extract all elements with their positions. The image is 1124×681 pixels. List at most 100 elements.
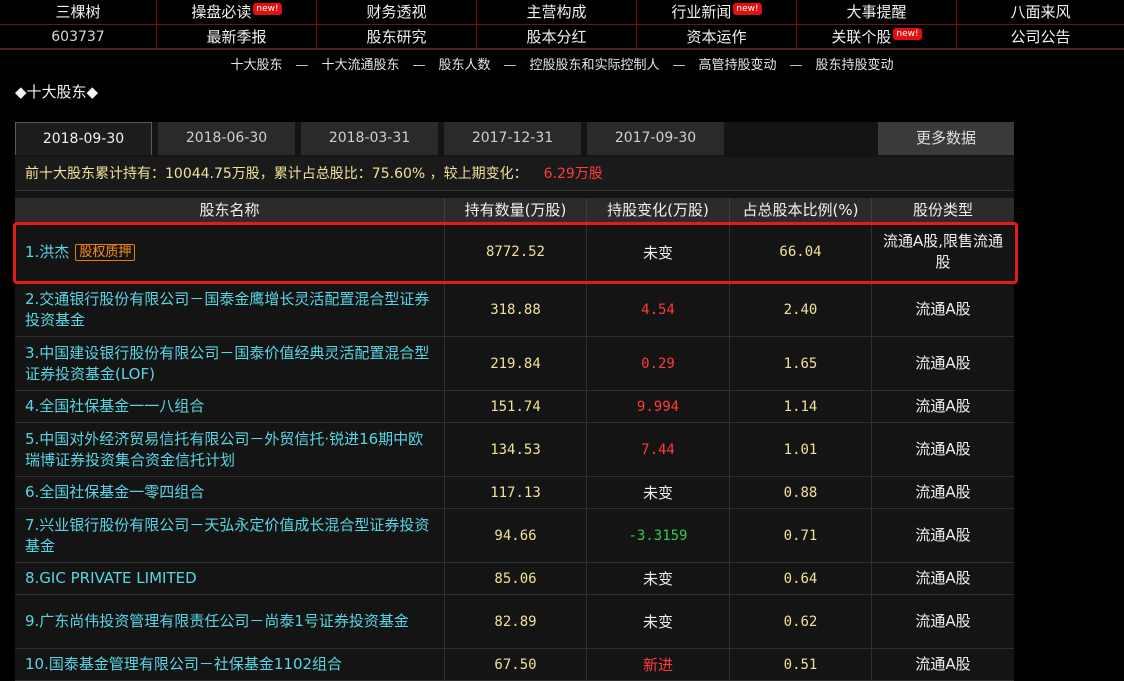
sublink[interactable]: 控股股东和实际控制人	[530, 58, 660, 73]
share-type-cell: 流通A股	[871, 509, 1014, 562]
nav-item[interactable]: 八面来风	[956, 0, 1124, 24]
nav-item-label: 行业新闻	[671, 3, 732, 21]
more-data-button[interactable]: 更多数据	[878, 122, 1014, 155]
share-ratio-cell: 0.51	[729, 649, 871, 680]
sub-navigation-links: 十大股东 — 十大流通股东 — 股东人数 — 控股股东和实际控制人 — 高管持股变动 — 股东持股变…	[0, 54, 1124, 74]
top-navigation: 三棵树 操盘必读 new! 财务透视 主营构成 行业新闻 new! 大事提醒 八面来风 6037…	[0, 0, 1124, 50]
period-tab[interactable]: 2018-09-30	[15, 122, 152, 155]
holding-qty-cell: 8772.52	[444, 222, 586, 282]
holding-change-cell: 未变	[586, 563, 729, 594]
holding-change-cell: 未变	[586, 595, 729, 648]
shareholder-name-cell[interactable]: 5.中国对外经济贸易信托有限公司－外贸信托·锐进16期中欧瑞博证券投资集合资金信…	[15, 423, 444, 476]
nav-item[interactable]: 操盘必读 new!	[156, 0, 316, 24]
header-share-type: 股份类型	[871, 198, 1014, 222]
holding-change-cell: 4.54	[586, 283, 729, 336]
shareholder-name-cell[interactable]: 2.交通银行股份有限公司－国泰金鹰增长灵活配置混合型证券投资基金	[15, 283, 444, 336]
holding-change-cell: 0.29	[586, 337, 729, 390]
nav-item-label: 股本分红	[526, 28, 587, 46]
nav-item[interactable]: 大事提醒	[796, 0, 956, 24]
table-row: 4.全国社保基金一一八组合 151.74 9.994 1.14 流通A股	[15, 391, 1014, 423]
nav-row-1: 三棵树 操盘必读 new! 财务透视 主营构成 行业新闻 new! 大事提醒 八面来风	[0, 0, 1124, 25]
holding-qty-cell: 85.06	[444, 563, 586, 594]
sublink-separator: —	[789, 58, 803, 73]
table-row: 5.中国对外经济贸易信托有限公司－外贸信托·锐进16期中欧瑞博证券投资集合资金信…	[15, 423, 1014, 477]
share-ratio-cell: 0.88	[729, 477, 871, 508]
nav-item[interactable]: 公司公告	[956, 25, 1124, 49]
shareholder-name-cell[interactable]: 4.全国社保基金一一八组合	[15, 391, 444, 422]
shareholder-name-cell[interactable]: 9.广东尚伟投资管理有限责任公司－尚泰1号证券投资基金	[15, 595, 444, 648]
sublink[interactable]: 十大流通股东	[321, 58, 399, 73]
holding-change-cell: 未变	[586, 222, 729, 282]
shareholder-name[interactable]: 7.兴业银行股份有限公司－天弘永定价值成长混合型证券投资基金	[25, 515, 436, 557]
shareholder-name[interactable]: 3.中国建设银行股份有限公司－国泰价值经典灵活配置混合型证券投资基金(LOF)	[25, 343, 436, 385]
nav-item-label: 603737	[51, 29, 105, 45]
holding-change-cell: 7.44	[586, 423, 729, 476]
share-type-cell: 流通A股	[871, 423, 1014, 476]
shareholder-name[interactable]: 10.国泰基金管理有限公司－社保基金1102组合	[25, 654, 342, 675]
shareholder-rows: 1.洪杰 股权质押 8772.52 未变 66.04 流通A股,限售流通股 2.交通银行股份…	[15, 222, 1014, 681]
nav-item-label: 大事提醒	[846, 3, 907, 21]
sublink[interactable]: 股东持股变动	[816, 58, 894, 73]
sublink[interactable]: 股东人数	[438, 58, 490, 73]
shareholder-name-cell[interactable]: 6.全国社保基金一零四组合	[15, 477, 444, 508]
pledge-tag[interactable]: 股权质押	[75, 243, 136, 261]
shareholder-name[interactable]: 4.全国社保基金一一八组合	[25, 396, 204, 417]
holding-change-cell: 未变	[586, 477, 729, 508]
header-holding-qty: 持有数量(万股)	[444, 198, 586, 222]
nav-item[interactable]: 财务透视	[316, 0, 476, 24]
nav-item[interactable]: 股东研究	[316, 25, 476, 49]
nav-item-label: 主营构成	[526, 3, 587, 21]
new-badge: new!	[253, 3, 282, 15]
nav-item[interactable]: 行业新闻 new!	[636, 0, 796, 24]
shareholder-name-cell[interactable]: 10.国泰基金管理有限公司－社保基金1102组合	[15, 649, 444, 680]
sublink-separator: —	[672, 58, 686, 73]
sublink-separator: —	[412, 58, 426, 73]
nav-item[interactable]: 三棵树	[0, 0, 156, 24]
nav-item[interactable]: 603737	[0, 25, 156, 49]
nav-item[interactable]: 资本运作	[636, 25, 796, 49]
share-type-cell: 流通A股	[871, 477, 1014, 508]
share-ratio-cell: 0.71	[729, 509, 871, 562]
holding-qty-cell: 82.89	[444, 595, 586, 648]
nav-item-label: 资本运作	[686, 28, 747, 46]
new-badge: new!	[893, 28, 922, 40]
holding-qty-cell: 219.84	[444, 337, 586, 390]
shareholder-name-cell[interactable]: 8.GIC PRIVATE LIMITED	[15, 563, 444, 594]
shareholder-name[interactable]: 2.交通银行股份有限公司－国泰金鹰增长灵活配置混合型证券投资基金	[25, 289, 436, 331]
table-row: 10.国泰基金管理有限公司－社保基金1102组合 67.50 新进 0.51 流通A股	[15, 649, 1014, 681]
table-row: 9.广东尚伟投资管理有限责任公司－尚泰1号证券投资基金 82.89 未变 0.62 流通…	[15, 595, 1014, 649]
shareholder-name[interactable]: 8.GIC PRIVATE LIMITED	[25, 568, 197, 589]
period-tab[interactable]: 2017-09-30	[587, 122, 724, 155]
section-title: ◆十大股东◆	[15, 83, 99, 101]
period-tab[interactable]: 2018-03-31	[301, 122, 438, 155]
period-tab[interactable]: 2018-06-30	[158, 122, 295, 155]
sublink[interactable]: 十大股东	[230, 58, 282, 73]
shareholder-name-cell[interactable]: 3.中国建设银行股份有限公司－国泰价值经典灵活配置混合型证券投资基金(LOF)	[15, 337, 444, 390]
shareholder-name-cell[interactable]: 7.兴业银行股份有限公司－天弘永定价值成长混合型证券投资基金	[15, 509, 444, 562]
table-row: 1.洪杰 股权质押 8772.52 未变 66.04 流通A股,限售流通股	[15, 222, 1014, 283]
shareholder-name[interactable]: 5.中国对外经济贸易信托有限公司－外贸信托·锐进16期中欧瑞博证券投资集合资金信…	[25, 429, 436, 471]
period-tab[interactable]: 2017-12-31	[444, 122, 581, 155]
holding-qty-cell: 318.88	[444, 283, 586, 336]
nav-item[interactable]: 关联个股 new!	[796, 25, 956, 49]
share-type-cell: 流通A股	[871, 391, 1014, 422]
share-ratio-cell: 0.64	[729, 563, 871, 594]
share-type-cell: 流通A股	[871, 649, 1014, 680]
sublink-separator: —	[503, 58, 517, 73]
holding-qty-cell: 94.66	[444, 509, 586, 562]
nav-item[interactable]: 主营构成	[476, 0, 636, 24]
share-type-cell: 流通A股	[871, 595, 1014, 648]
sublink[interactable]: 高管持股变动	[699, 58, 777, 73]
nav-item[interactable]: 最新季报	[156, 25, 316, 49]
nav-item-label: 三棵树	[55, 3, 101, 21]
holding-qty-cell: 67.50	[444, 649, 586, 680]
summary-text: 前十大股东累计持有：10044.75万股，累计占总股比：75.60% ，较上期变…	[25, 166, 528, 182]
share-ratio-cell: 1.65	[729, 337, 871, 390]
nav-item-label: 股东研究	[366, 28, 427, 46]
nav-item-label: 操盘必读	[191, 3, 252, 21]
shareholder-name-cell[interactable]: 1.洪杰 股权质押	[15, 222, 444, 282]
nav-item[interactable]: 股本分红	[476, 25, 636, 49]
shareholder-name[interactable]: 9.广东尚伟投资管理有限责任公司－尚泰1号证券投资基金	[25, 611, 409, 632]
shareholder-name[interactable]: 6.全国社保基金一零四组合	[25, 482, 204, 503]
shareholder-name[interactable]: 1.洪杰	[25, 242, 69, 263]
